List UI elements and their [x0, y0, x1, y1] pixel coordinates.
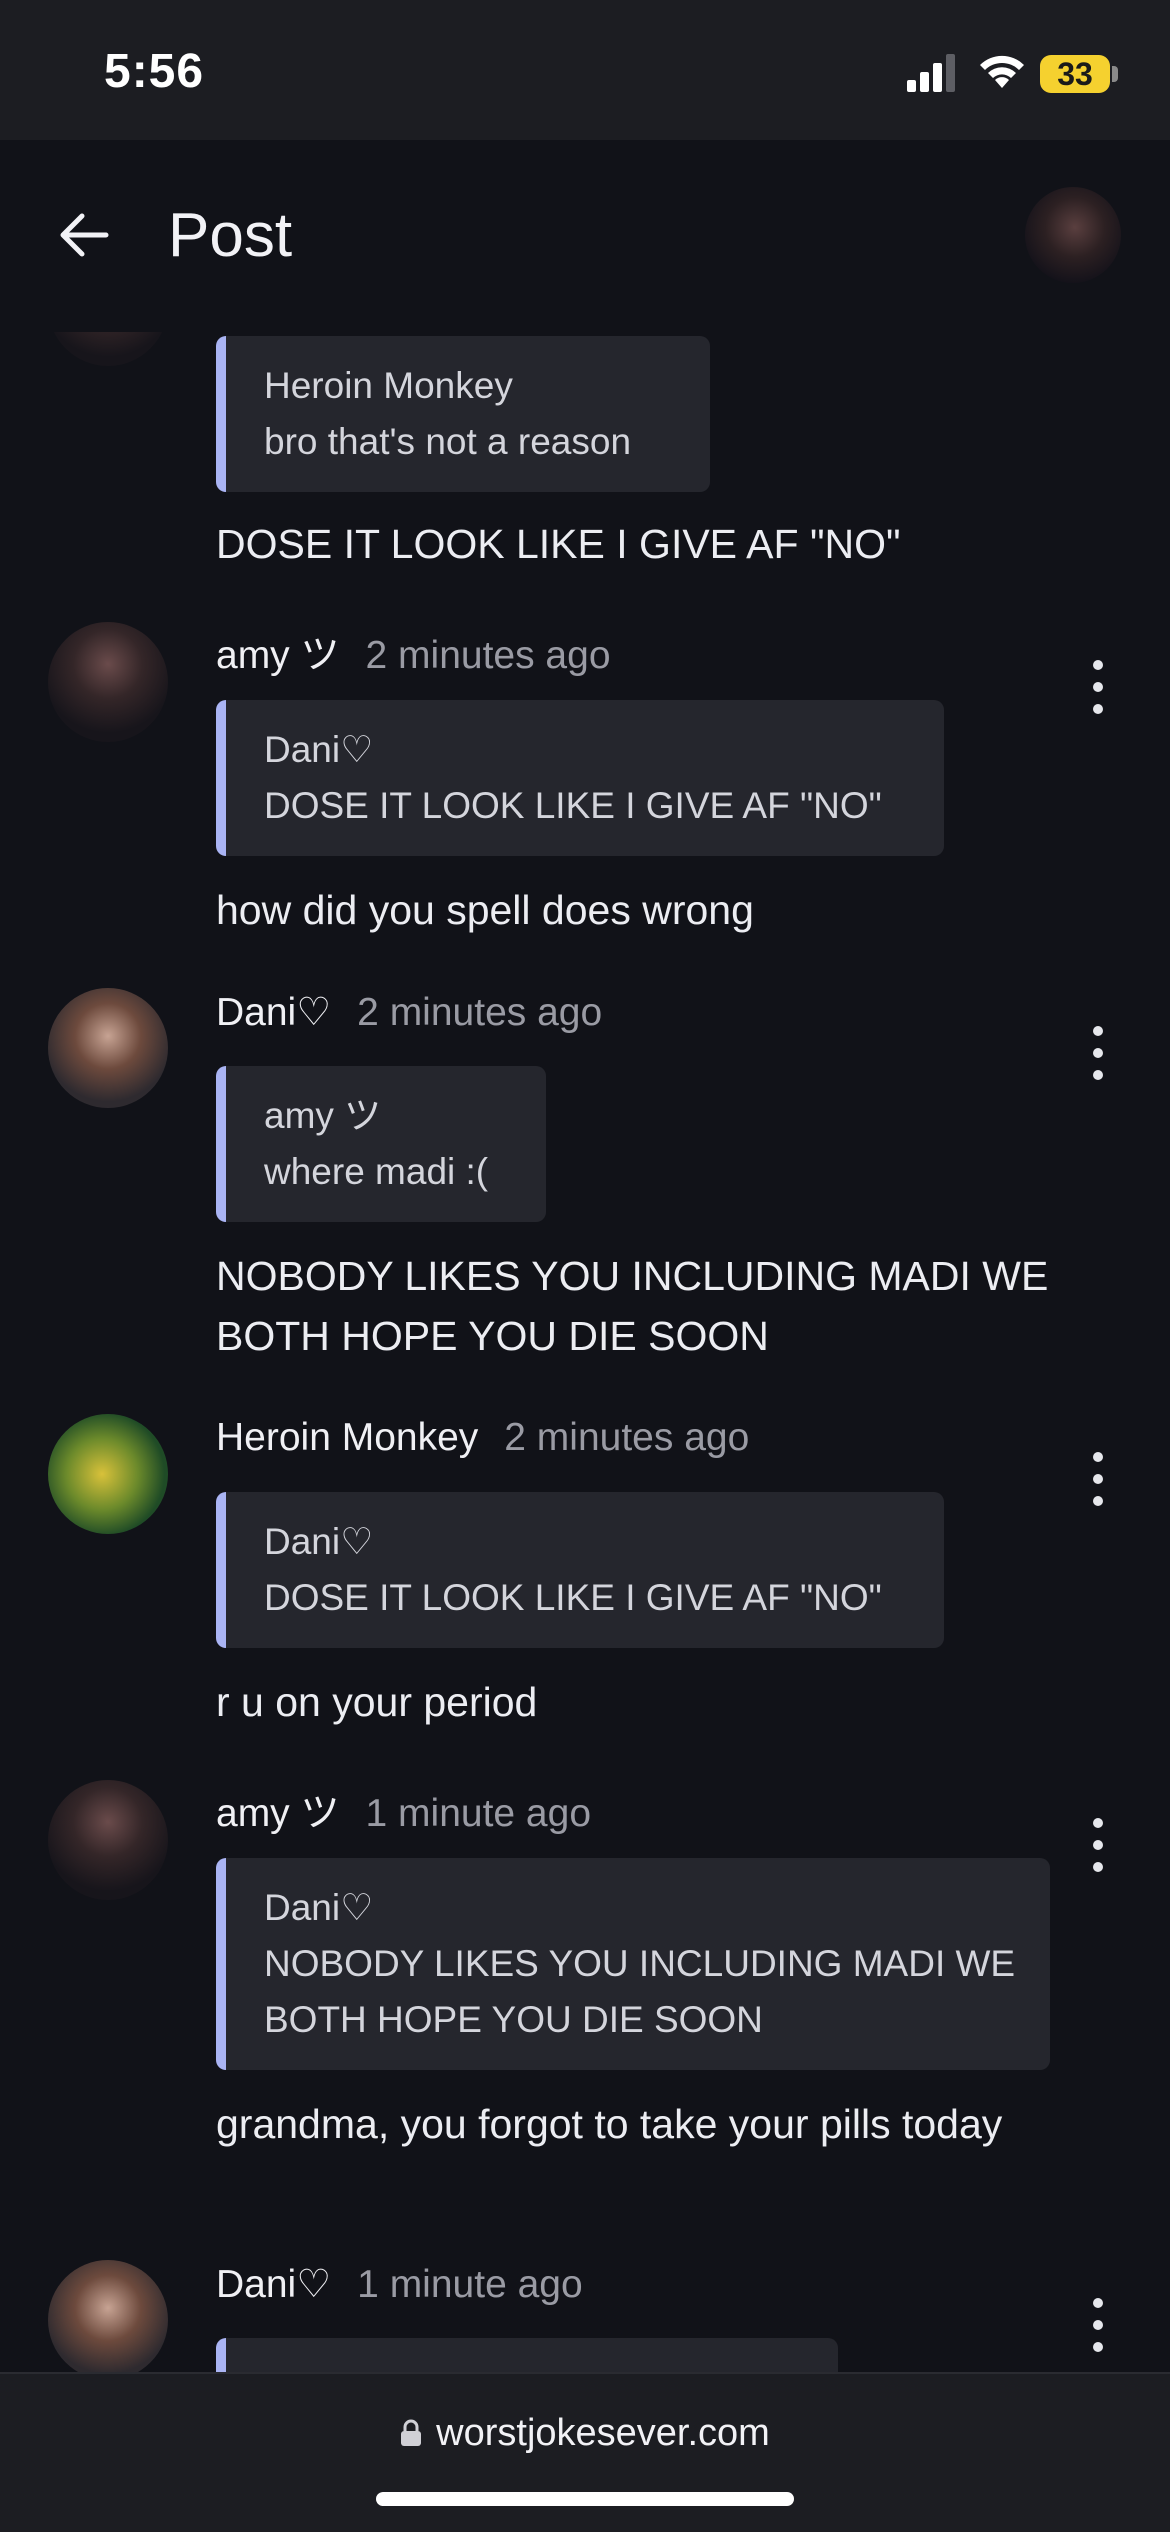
lock-icon [401, 2419, 422, 2446]
comment-text: DOSE IT LOOK LIKE I GIVE AF "NO" [216, 521, 901, 567]
status-time: 5:56 [104, 45, 205, 98]
comment-text: NOBODY LIKES YOU INCLUDING MADI WE BOTH … [216, 1253, 1049, 1359]
cellular-signal-icon [907, 54, 955, 92]
comment-author[interactable]: amy ツ [216, 634, 340, 677]
quoted-reply: Heroin Monkey bro that's not a reason [216, 336, 710, 492]
more-options-icon[interactable] [1088, 1023, 1108, 1083]
profile-avatar[interactable] [1025, 187, 1121, 283]
avatar[interactable] [48, 332, 168, 366]
quote-text: bro that's not a reason [264, 421, 632, 462]
quote-author: amy ツ [264, 1095, 382, 1136]
quoted-reply: Dani♡ DOSE IT LOOK LIKE I GIVE AF "NO" [216, 700, 944, 856]
more-options-icon[interactable] [1088, 1449, 1108, 1509]
quote-author: Dani♡ [264, 1887, 374, 1928]
avatar[interactable] [48, 2260, 168, 2372]
address-bar[interactable]: worstjokesever.com [0, 2412, 1170, 2455]
comment-meta: Heroin Monkey 2 minutes ago [216, 1416, 749, 1460]
url-text: worstjokesever.com [436, 2412, 770, 2454]
quote-text: DOSE IT LOOK LIKE I GIVE AF "NO" [264, 785, 882, 826]
avatar[interactable] [48, 988, 168, 1108]
avatar[interactable] [48, 1780, 168, 1900]
comment-time: 2 minutes ago [357, 991, 603, 1034]
comment-author[interactable]: Heroin Monkey [216, 1416, 478, 1459]
comment-meta: Dani♡ 2 minutes ago [216, 990, 602, 1035]
avatar[interactable] [48, 1414, 168, 1534]
quote-author: Dani♡ [264, 1521, 374, 1562]
comment-meta: amy ツ 2 minutes ago [216, 624, 611, 680]
comment-meta: amy ツ 1 minute ago [216, 1782, 591, 1838]
comment-meta: Dani♡ 1 minute ago [216, 2262, 583, 2307]
quote-text: where madi :( [264, 1151, 489, 1192]
comment-time: 1 minute ago [365, 1792, 592, 1835]
status-bar: 5:56 33 [0, 0, 1170, 140]
avatar[interactable] [48, 622, 168, 742]
comment-text: how did you spell does wrong [216, 887, 754, 933]
comment-time: 1 minute ago [357, 2263, 583, 2306]
comment-time: 2 minutes ago [504, 1416, 750, 1459]
back-arrow-icon[interactable] [54, 205, 114, 265]
quote-author: Dani♡ [264, 729, 374, 770]
comment-feed[interactable]: Heroin Monkey bro that's not a reason DO… [0, 332, 1170, 2372]
more-options-icon[interactable] [1088, 1815, 1108, 1875]
quote-text: NOBODY LIKES YOU INCLUDING MADI WE BOTH … [264, 1943, 1016, 2040]
comment-time: 2 minutes ago [365, 634, 611, 677]
quoted-reply: amy ツ where madi :( [216, 1066, 546, 1222]
browser-bottom-bar: worstjokesever.com [0, 2372, 1170, 2532]
quote-text: DOSE IT LOOK LIKE I GIVE AF "NO" [264, 1577, 882, 1618]
battery-icon: 33 [1040, 55, 1110, 93]
quoted-reply: Dani♡ DOSE IT LOOK LIKE I GIVE AF "NO" [216, 1492, 944, 1648]
more-options-icon[interactable] [1088, 2295, 1108, 2355]
comment-text: r u on your period [216, 1679, 538, 1725]
quote-author: Heroin Monkey [264, 365, 513, 406]
quoted-reply: Dani♡ NOBODY LIKES YOU INCLUDING MADI WE… [216, 1858, 1050, 2070]
comment-author[interactable]: amy ツ [216, 1792, 340, 1835]
comment-text: grandma, you forgot to take your pills t… [216, 2101, 1003, 2147]
comment-author[interactable]: Dani♡ [216, 2263, 331, 2306]
app-header: Post [0, 140, 1170, 332]
page-title: Post [168, 201, 293, 270]
home-indicator[interactable] [376, 2492, 794, 2506]
more-options-icon[interactable] [1088, 657, 1108, 717]
battery-nub [1112, 66, 1118, 82]
comment-author[interactable]: Dani♡ [216, 991, 331, 1034]
wifi-icon [980, 55, 1024, 88]
quoted-reply [216, 2338, 838, 2372]
